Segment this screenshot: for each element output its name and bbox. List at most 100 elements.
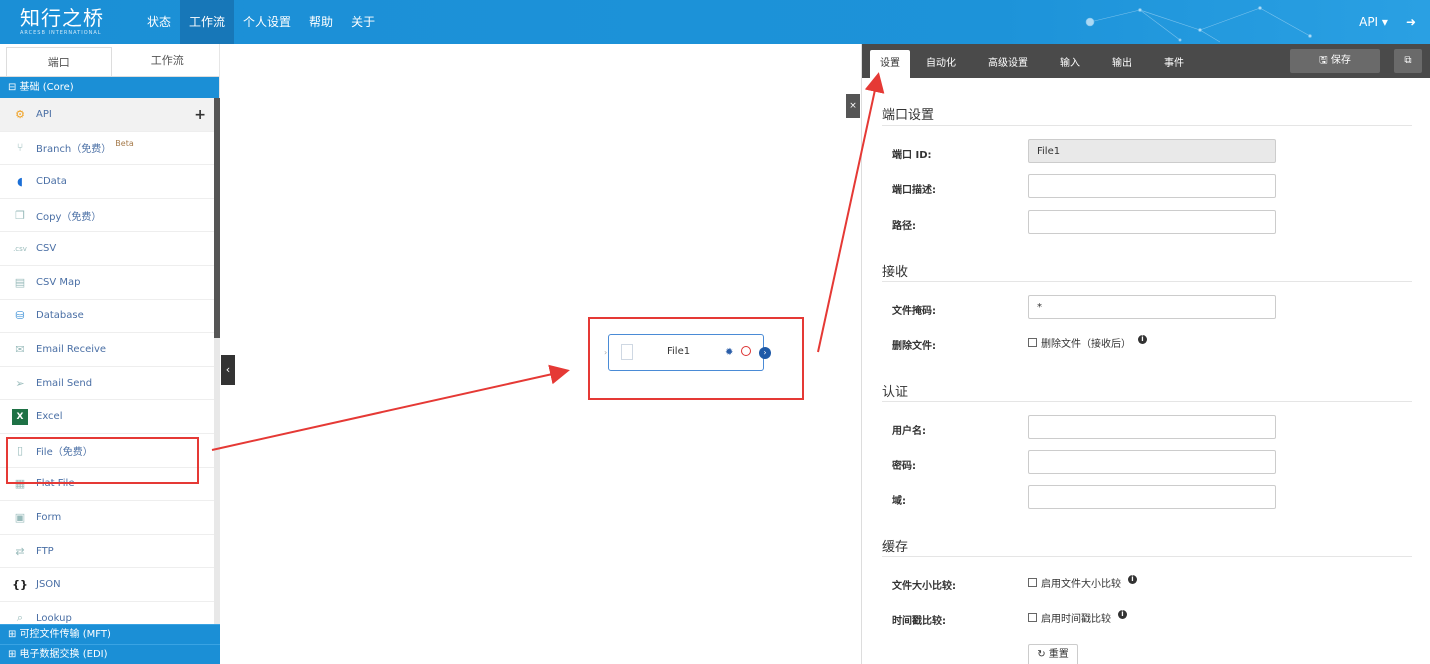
connector-list: ⚙ API + ⑂ Branch（免费） Beta ◖ CData ❐ Copy… [0, 98, 214, 625]
form-icon: ▣ [14, 510, 26, 524]
tab-settings[interactable]: 设置 [870, 50, 910, 78]
connector-panel: 端口 工作流 ⊟ 基础 (Core) ⚙ API + ⑂ Branch（免费） … [0, 44, 220, 664]
connector-csv[interactable]: .csv CSV [0, 232, 214, 266]
password-field[interactable] [1028, 450, 1276, 474]
tab-output[interactable]: 输出 [1096, 50, 1148, 78]
delete-files-check-label: 删除文件（接收后） [1041, 339, 1131, 350]
connector-label: Lookup [36, 612, 72, 624]
top-bar: 知行之桥 ARCESB INTERNATIONAL 状态 工作流 个人设置 帮助… [0, 0, 1430, 44]
connector-copy[interactable]: ❐ Copy（免费） [0, 199, 214, 233]
size-compare-option: 启用文件大小比较 i [1028, 575, 1137, 590]
port-desc-label: 端口描述: [892, 185, 936, 196]
size-compare-label: 文件大小比较: [892, 581, 956, 592]
tab-events[interactable]: 事件 [1148, 50, 1200, 78]
divider [882, 125, 1412, 126]
cdata-icon: ◖ [17, 174, 23, 188]
connector-label: FTP [36, 545, 54, 557]
domain-field[interactable] [1028, 485, 1276, 509]
close-settings-button[interactable]: × [846, 94, 860, 118]
collapse-panel-button[interactable]: ‹ [221, 355, 235, 385]
nav-help[interactable]: 帮助 [300, 0, 342, 44]
connector-label: Branch（免费） [36, 144, 112, 156]
tab-advanced[interactable]: 高级设置 [972, 50, 1044, 78]
username-label: 用户名: [892, 426, 926, 437]
connector-label: Database [36, 310, 84, 322]
connector-ftp[interactable]: ⇄ FTP [0, 535, 214, 569]
section-auth: 认证 [882, 385, 909, 400]
connector-database[interactable]: ⛁ Database [0, 300, 214, 334]
nav-profile[interactable]: 个人设置 [234, 0, 300, 44]
connector-form[interactable]: ▣ Form [0, 501, 214, 535]
tab-input[interactable]: 输入 [1044, 50, 1096, 78]
decorative-constellation [1085, 6, 1312, 43]
user-menu[interactable]: API ▾ [1359, 15, 1388, 29]
popout-icon[interactable]: ⧉ [1394, 49, 1422, 73]
port-desc-textarea[interactable] [1028, 174, 1276, 198]
password-label: 密码: [892, 461, 916, 472]
nav-about[interactable]: 关于 [342, 0, 384, 44]
port-id-label: 端口 ID: [892, 150, 932, 161]
group-edi[interactable]: ⊞ 电子数据交换 (EDI) [0, 644, 220, 664]
connector-cdata[interactable]: ◖ CData [0, 165, 214, 199]
info-icon[interactable]: i [1118, 610, 1127, 619]
time-compare-check-label: 启用时间戳比较 [1041, 614, 1111, 625]
delete-files-option: 删除文件（接收后） i [1028, 335, 1147, 350]
collapsed-groups: ⊞ 可控文件传输 (MFT) ⊞ 电子数据交换 (EDI) [0, 624, 220, 664]
connector-label: Form [36, 511, 62, 523]
connector-csv-map[interactable]: ▤ CSV Map [0, 266, 214, 300]
tab-automation[interactable]: 自动化 [910, 50, 972, 78]
connector-email-receive[interactable]: ✉ Email Receive [0, 333, 214, 367]
nav-status[interactable]: 状态 [138, 0, 180, 44]
branch-icon: ⑂ [16, 141, 24, 155]
section-receive: 接收 [882, 265, 909, 280]
divider [882, 401, 1412, 402]
beta-badge: Beta [115, 139, 134, 149]
connector-api[interactable]: ⚙ API + [0, 98, 214, 132]
divider [882, 556, 1412, 557]
connector-label: CSV [36, 243, 57, 255]
size-compare-check-label: 启用文件大小比较 [1041, 579, 1121, 590]
email-receive-icon: ✉ [15, 342, 25, 356]
connector-branch[interactable]: ⑂ Branch（免费） Beta [0, 132, 214, 166]
tab-workflows[interactable]: 工作流 [116, 44, 220, 76]
connector-label: API [36, 108, 52, 120]
path-field[interactable] [1028, 210, 1276, 234]
reset-button[interactable]: ↻ 重置 [1028, 644, 1078, 664]
json-icon: {} [12, 578, 28, 592]
connector-lookup[interactable]: ⌕ Lookup [0, 602, 214, 625]
add-connector-icon[interactable]: + [194, 107, 206, 123]
connector-excel[interactable]: X Excel [0, 400, 214, 434]
file-mask-field[interactable] [1028, 295, 1276, 319]
app-logo[interactable]: 知行之桥 ARCESB INTERNATIONAL [20, 6, 130, 38]
connector-json[interactable]: {} JSON [0, 568, 214, 602]
port-id-field[interactable] [1028, 139, 1276, 163]
size-compare-checkbox[interactable] [1028, 578, 1037, 587]
connector-label: CData [36, 175, 67, 187]
connector-label: Email Receive [36, 343, 107, 355]
csv-map-icon: ▤ [14, 275, 26, 289]
username-field[interactable] [1028, 415, 1276, 439]
divider [882, 281, 1412, 282]
connector-list-scrollbar-thumb[interactable] [214, 98, 220, 338]
time-compare-checkbox[interactable] [1028, 613, 1037, 622]
group-mft[interactable]: ⊞ 可控文件传输 (MFT) [0, 624, 220, 644]
csv-icon: .csv [13, 244, 27, 253]
logout-icon[interactable]: ➜ [1406, 15, 1416, 29]
info-icon[interactable]: i [1128, 575, 1137, 584]
delete-files-checkbox[interactable] [1028, 338, 1037, 347]
group-core[interactable]: ⊟ 基础 (Core) [0, 77, 219, 98]
time-compare-label: 时间戳比较: [892, 616, 946, 627]
excel-icon: X [12, 408, 28, 425]
info-icon[interactable]: i [1138, 335, 1147, 344]
save-button[interactable]: 🖫 保存 [1290, 49, 1380, 73]
annotation-box-file-connector [6, 437, 199, 484]
path-label: 路径: [892, 221, 916, 232]
settings-panel: 设置 自动化 高级设置 输入 输出 事件 🖫 保存 ⧉ 端口设置 端口 ID: … [861, 44, 1430, 664]
file-mask-label: 文件掩码: [892, 306, 936, 317]
delete-files-label: 删除文件: [892, 341, 936, 352]
tab-ports[interactable]: 端口 [6, 47, 112, 76]
nav-workflow[interactable]: 工作流 [180, 0, 235, 44]
connector-email-send[interactable]: ➢ Email Send [0, 367, 214, 401]
connector-label: CSV Map [36, 276, 81, 288]
settings-tabs: 设置 自动化 高级设置 输入 输出 事件 🖫 保存 ⧉ [862, 44, 1430, 78]
